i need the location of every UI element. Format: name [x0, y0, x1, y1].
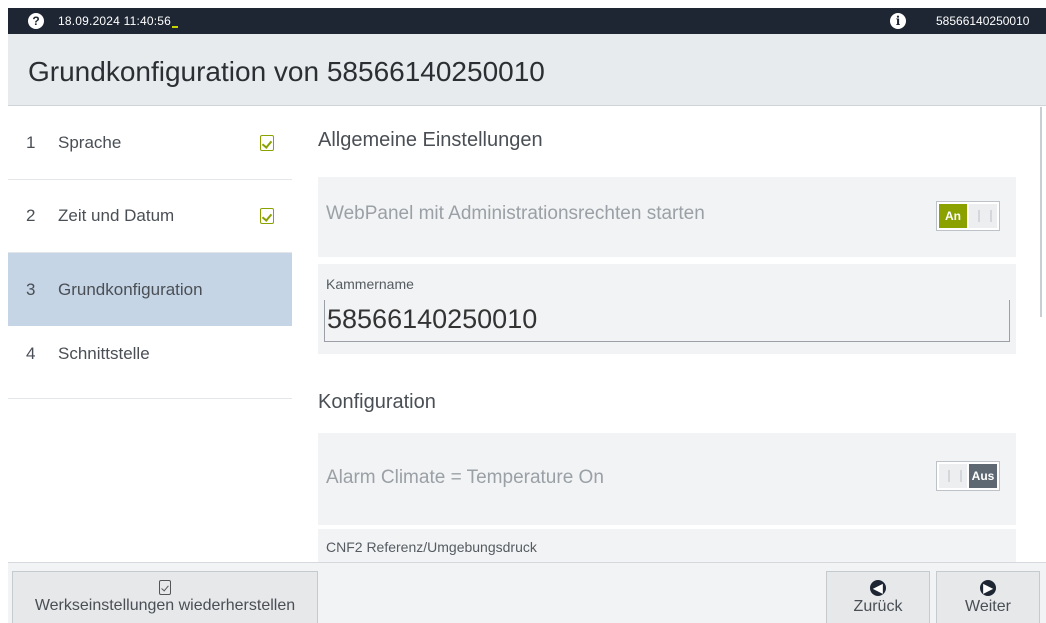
- arrow-right-icon: ▶: [980, 579, 996, 596]
- toggle-knob: [939, 464, 967, 488]
- alarm-climate-row: Alarm Climate = Temperature On Aus: [318, 433, 1016, 525]
- help-icon[interactable]: ?: [28, 13, 44, 29]
- datetime: 18.09.2024 11:40:56: [58, 14, 179, 28]
- settings-panel: Allgemeine Einstellungen WebPanel mit Ad…: [292, 107, 1038, 562]
- next-label: Weiter: [965, 597, 1011, 615]
- info-icon[interactable]: i: [890, 13, 906, 29]
- back-label: Zurück: [853, 597, 903, 615]
- footer-bar: Werkseinstellungen wiederherstellen ◀ Zu…: [8, 562, 1046, 623]
- step-label: Schnittstelle: [58, 344, 150, 363]
- step-number: 3: [26, 279, 36, 299]
- wizard-steps: 1 Sprache 2 Zeit und Datum 3 Grundkonfig…: [8, 107, 292, 562]
- page-title: Grundkonfiguration von 58566140250010: [28, 56, 545, 87]
- step-number: 4: [26, 344, 36, 363]
- document-check-icon: [159, 580, 171, 595]
- alarm-climate-label: Alarm Climate = Temperature On: [326, 467, 604, 488]
- cnf2-row: CNF2 Referenz/Umgebungsdruck: [318, 529, 1016, 562]
- arrow-left-icon: ◀: [870, 579, 886, 596]
- restore-defaults-button[interactable]: Werkseinstellungen wiederherstellen: [12, 571, 318, 623]
- restore-defaults-label: Werkseinstellungen wiederherstellen: [34, 597, 296, 614]
- section-title-general: Allgemeine Einstellungen: [318, 129, 543, 151]
- section-title-config: Konfiguration: [318, 391, 436, 413]
- check-document-icon: [260, 208, 274, 224]
- next-button[interactable]: ▶ Weiter: [936, 571, 1040, 623]
- status-bar: ? 18.09.2024 11:40:56 i 58566140250010: [8, 8, 1046, 34]
- step-schnittstelle[interactable]: 4 Schnittstelle: [8, 326, 292, 399]
- webpanel-admin-toggle[interactable]: An: [936, 201, 1000, 231]
- webpanel-admin-label: WebPanel mit Administrationsrechten star…: [326, 203, 705, 224]
- back-button[interactable]: ◀ Zurück: [826, 571, 930, 623]
- chamber-name-input[interactable]: 58566140250010: [324, 300, 1010, 342]
- step-label: Grundkonfiguration: [58, 279, 203, 299]
- chamber-name-label: Kammername: [326, 276, 414, 292]
- step-sprache[interactable]: 1 Sprache: [8, 107, 292, 180]
- step-grundkonfiguration[interactable]: 3 Grundkonfiguration: [8, 253, 292, 326]
- webpanel-admin-row: WebPanel mit Administrationsrechten star…: [318, 177, 1016, 257]
- step-zeit-und-datum[interactable]: 2 Zeit und Datum: [8, 180, 292, 253]
- cnf2-label: CNF2 Referenz/Umgebungsdruck: [326, 539, 537, 555]
- step-number: 2: [26, 206, 36, 225]
- step-label: Sprache: [58, 133, 122, 152]
- scrollbar[interactable]: [1040, 107, 1042, 317]
- page-header: Grundkonfiguration von 58566140250010: [8, 34, 1046, 106]
- step-number: 1: [26, 133, 36, 152]
- step-label: Zeit und Datum: [58, 206, 175, 225]
- device-serial: 58566140250010: [936, 14, 1030, 28]
- toggle-knob: [969, 204, 997, 228]
- alarm-climate-toggle[interactable]: Aus: [936, 461, 1000, 491]
- toggle-state: Aus: [969, 464, 997, 488]
- check-document-icon: [260, 135, 274, 151]
- toggle-state: An: [939, 204, 967, 228]
- chamber-name-row: Kammername 58566140250010: [318, 264, 1016, 354]
